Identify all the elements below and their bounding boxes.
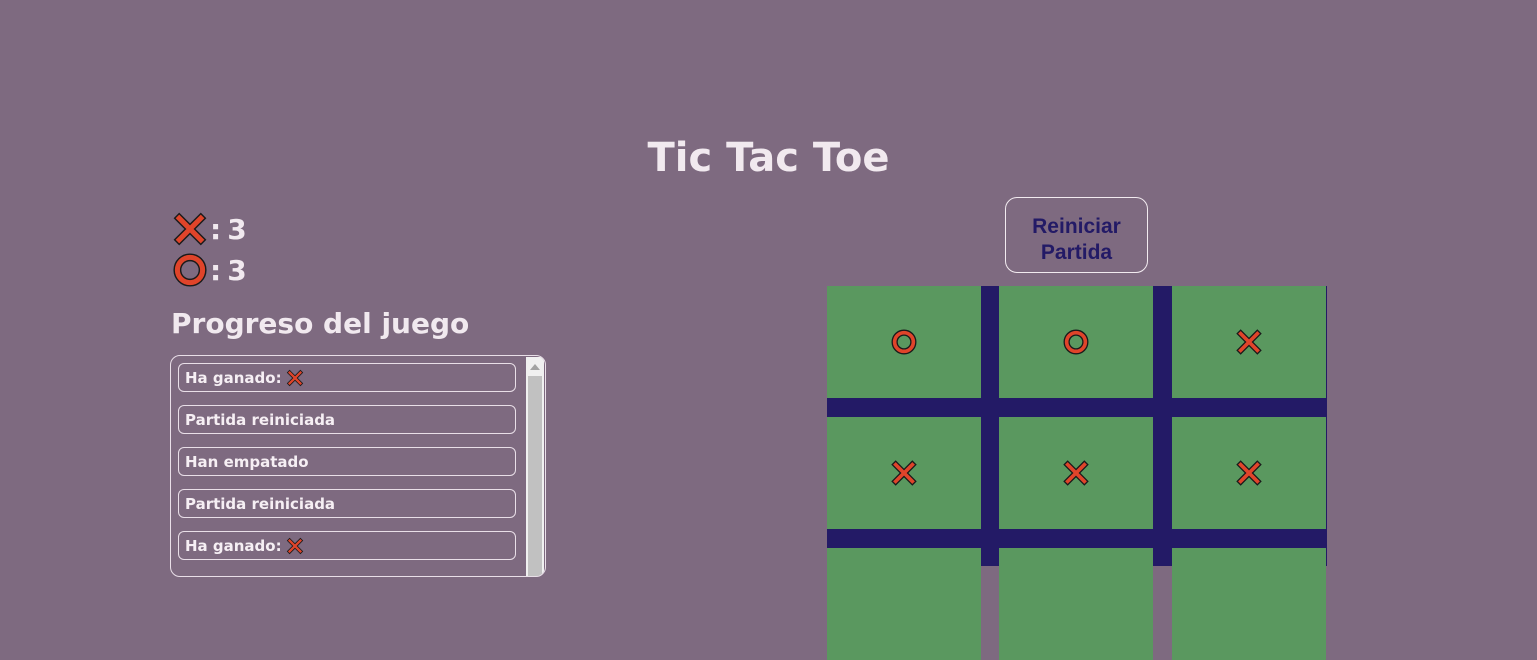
score-o-value: 3 [227, 253, 247, 287]
score-x-separator: : [210, 212, 222, 246]
scroll-thumb[interactable] [528, 376, 542, 576]
game-log-panel[interactable]: Ha ganado: Partida reiniciada Han empata… [170, 355, 546, 577]
board-cell[interactable] [999, 417, 1153, 529]
board-cell[interactable] [827, 548, 981, 660]
reset-button-line2: Partida [1040, 241, 1113, 264]
x-mark-icon [286, 537, 303, 554]
board-cell[interactable] [999, 548, 1153, 660]
log-item: Partida reiniciada [178, 405, 516, 434]
log-scrollbar[interactable] [526, 357, 544, 576]
log-item-text: Partida reiniciada [185, 494, 336, 513]
x-mark-icon [891, 460, 917, 486]
log-item-text: Partida reiniciada [185, 410, 336, 429]
log-item-text: Han empatado [185, 452, 309, 471]
score-x: : 3 [172, 211, 247, 247]
score-x-value: 3 [227, 212, 247, 246]
board-cell[interactable] [1172, 548, 1326, 660]
board-cell[interactable] [1172, 286, 1326, 398]
board-cell[interactable] [999, 286, 1153, 398]
progress-heading: Progreso del juego [171, 307, 470, 340]
x-mark-icon [286, 369, 303, 386]
board-cell[interactable] [827, 286, 981, 398]
game-board [827, 286, 1327, 660]
x-mark-icon [1236, 329, 1262, 355]
log-item: Ha ganado: [178, 363, 516, 392]
x-mark-icon [1063, 460, 1089, 486]
page-title: Tic Tac Toe [647, 135, 890, 181]
score-o-separator: : [210, 253, 222, 287]
log-item-text: Ha ganado: [185, 536, 282, 555]
board-cell[interactable] [1172, 417, 1326, 529]
o-mark-icon [173, 253, 207, 287]
x-mark-icon [173, 212, 207, 246]
board-cell[interactable] [827, 417, 981, 529]
reset-button-line1: Reiniciar [1032, 215, 1121, 238]
x-mark-icon [1236, 460, 1262, 486]
o-mark-icon [891, 329, 917, 355]
reset-game-button[interactable]: Reiniciar Partida [1005, 197, 1148, 273]
game-log-list: Ha ganado: Partida reiniciada Han empata… [178, 363, 516, 573]
scroll-up-arrow-icon[interactable] [530, 364, 540, 370]
log-item: Han empatado [178, 447, 516, 476]
log-item-text: Ha ganado: [185, 368, 282, 387]
score-o: : 3 [172, 252, 247, 288]
o-mark-icon [1063, 329, 1089, 355]
log-item: Ha ganado: [178, 531, 516, 560]
log-item: Partida reiniciada [178, 489, 516, 518]
